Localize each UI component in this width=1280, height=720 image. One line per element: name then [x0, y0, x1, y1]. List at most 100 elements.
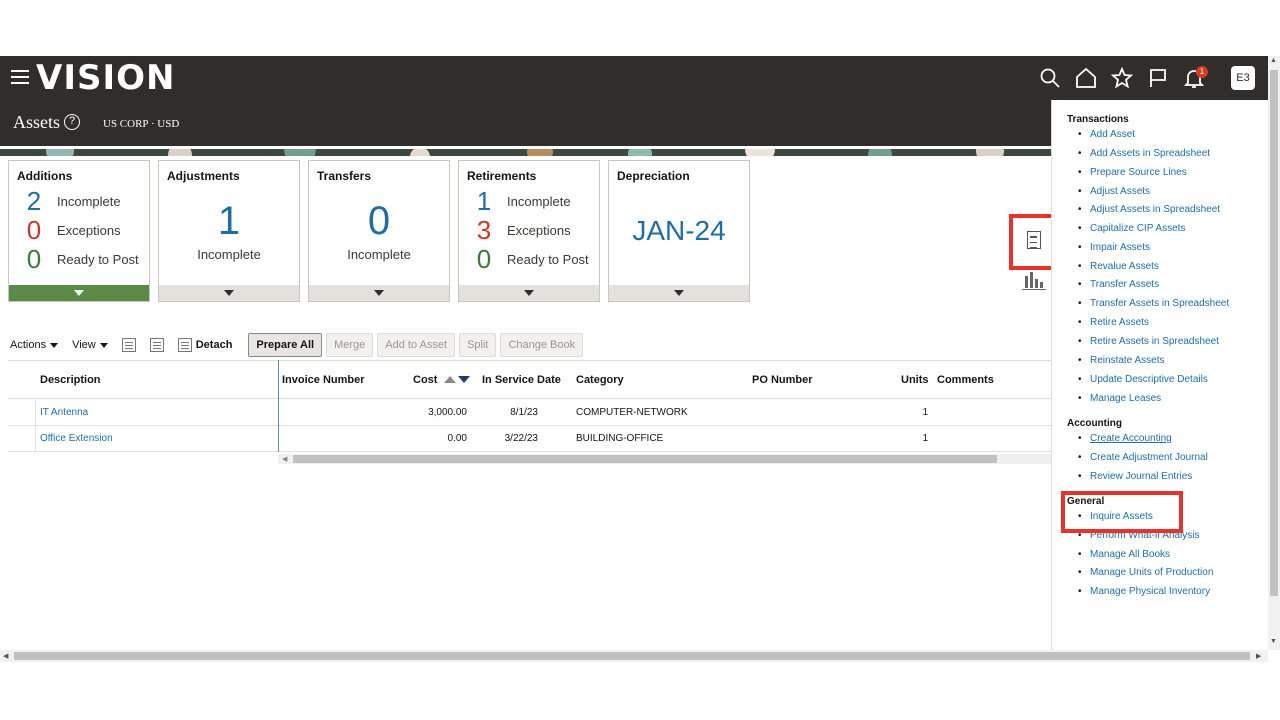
scrollbar-thumb[interactable] — [14, 652, 1250, 660]
asset-description-link[interactable]: Office Extension — [40, 433, 113, 444]
column-header-units[interactable]: Units — [901, 374, 929, 386]
merge-button[interactable]: Merge — [326, 333, 374, 357]
inquire-assets-highlight — [1061, 491, 1183, 533]
scroll-down-arrow-icon[interactable]: ▼ — [1270, 638, 1277, 645]
column-header-category[interactable]: Category — [576, 374, 624, 386]
detach-icon[interactable] — [177, 338, 192, 352]
task-adjust-assets-in-spreadsheet[interactable]: Adjust Assets in Spreadsheet — [1078, 204, 1220, 215]
freeze-columns-icon[interactable] — [121, 338, 136, 352]
table-horizontal-scrollbar[interactable]: ◀ — [278, 454, 1051, 464]
table-row[interactable]: Office Extension 0.00 3/22/23 BUILDING-O… — [8, 426, 1051, 452]
change-book-button[interactable]: Change Book — [500, 333, 584, 357]
sort-ascending-icon[interactable] — [443, 376, 456, 383]
adjustments-tile[interactable]: Adjustments 1 Incomplete — [158, 160, 300, 302]
units-cell: 1 — [922, 407, 928, 418]
sort-descending-icon[interactable] — [457, 376, 470, 383]
split-button[interactable]: Split — [459, 333, 497, 357]
additions-tile[interactable]: Additions 2 Incomplete 0 Exceptions 0 Ready… — [8, 160, 150, 302]
column-header-invoice-number[interactable]: Invoice Number — [282, 374, 365, 386]
tile-expand-toggle[interactable] — [159, 285, 299, 301]
task-create-adjustment-journal[interactable]: Create Adjustment Journal — [1078, 452, 1208, 463]
tile-label: Exceptions — [507, 222, 571, 238]
task-create-accounting[interactable]: Create Accounting — [1078, 433, 1172, 444]
retirements-tile[interactable]: Retirements 1 Incomplete 3 Exceptions 0 Rea… — [458, 160, 600, 302]
column-header-po-number[interactable]: PO Number — [752, 374, 813, 386]
task-transfer-assets[interactable]: Transfer Assets — [1078, 279, 1159, 290]
scroll-right-arrow-icon[interactable]: ▶ — [1256, 652, 1261, 660]
task-add-assets-in-spreadsheet[interactable]: Add Assets in Spreadsheet — [1078, 148, 1210, 159]
view-menu[interactable]: View — [72, 339, 108, 351]
tile-label: Incomplete — [347, 247, 411, 262]
analytics-chart-icon[interactable] — [1022, 270, 1046, 290]
column-header-description[interactable]: Description — [40, 374, 101, 386]
tile-label: Incomplete — [507, 193, 571, 209]
tile-count: 1 — [217, 199, 241, 243]
home-icon[interactable] — [1074, 66, 1098, 90]
column-header-comments[interactable]: Comments — [937, 374, 994, 386]
task-update-descriptive-details[interactable]: Update Descriptive Details — [1078, 374, 1208, 385]
task-manage-leases[interactable]: Manage Leases — [1078, 393, 1161, 404]
tile-expand-toggle[interactable] — [309, 285, 449, 301]
table-toolbar: Actions View Detach Prepare All Merge Ad… — [10, 333, 587, 357]
task-retire-assets-in-spreadsheet[interactable]: Retire Assets in Spreadsheet — [1078, 336, 1219, 347]
prepare-all-button[interactable]: Prepare All — [248, 333, 323, 357]
tile-title: Depreciation — [617, 169, 690, 183]
scroll-left-arrow-icon[interactable]: ◀ — [282, 455, 287, 463]
page-horizontal-scrollbar[interactable]: ◀ ▶ — [0, 650, 1268, 662]
task-manage-all-books[interactable]: Manage All Books — [1078, 549, 1170, 560]
transfers-tile[interactable]: Transfers 0 Incomplete — [308, 160, 450, 302]
page-vertical-scrollbar[interactable]: ▲ ▼ — [1268, 56, 1280, 650]
scrollbar-thumb[interactable] — [293, 455, 997, 463]
vision-logo[interactable]: VISION — [36, 58, 175, 98]
favorites-star-icon[interactable] — [1110, 66, 1134, 90]
tile-label: Incomplete — [57, 193, 121, 209]
view-label: View — [72, 339, 96, 351]
task-manage-units-of-production[interactable]: Manage Units of Production — [1078, 567, 1213, 578]
navigator-menu-icon[interactable] — [11, 70, 29, 86]
column-header-cost[interactable]: Cost — [413, 374, 470, 386]
tasks-icon[interactable] — [1027, 231, 1041, 249]
task-transfer-assets-in-spreadsheet[interactable]: Transfer Assets in Spreadsheet — [1078, 298, 1229, 309]
tile-count: 0 — [26, 214, 42, 245]
actions-menu[interactable]: Actions — [10, 339, 59, 351]
task-adjust-assets[interactable]: Adjust Assets — [1078, 186, 1150, 197]
query-by-example-icon[interactable] — [149, 338, 164, 352]
scrollbar-thumb[interactable] — [1270, 70, 1278, 596]
task-capitalize-cip-assets[interactable]: Capitalize CIP Assets — [1078, 223, 1185, 234]
page-header: Assets ? US CORP · USD — [0, 100, 1051, 146]
tile-expand-toggle[interactable] — [459, 285, 599, 301]
scroll-up-arrow-icon[interactable]: ▲ — [1270, 57, 1277, 64]
tile-title: Additions — [17, 169, 73, 183]
task-reinstate-assets[interactable]: Reinstate Assets — [1078, 355, 1165, 366]
row-header-divider — [35, 400, 36, 452]
detach-button[interactable]: Detach — [196, 339, 233, 351]
task-add-asset[interactable]: Add Asset — [1078, 129, 1135, 140]
notification-count-badge: 1 — [1196, 66, 1208, 78]
frozen-column-divider[interactable] — [278, 360, 279, 452]
tile-expand-toggle[interactable] — [609, 285, 749, 301]
task-revalue-assets[interactable]: Revalue Assets — [1078, 261, 1159, 272]
depreciation-period: JAN-24 — [632, 215, 726, 246]
add-to-asset-button[interactable]: Add to Asset — [377, 333, 456, 357]
app-frame: VISION 1 E3 Assets ? US CORP · USD Addit… — [0, 56, 1280, 664]
asset-description-link[interactable]: IT Antenna — [40, 407, 88, 418]
tile-label: Ready to Post — [57, 251, 139, 267]
table-row[interactable]: IT Antenna 3,000.00 8/1/23 COMPUTER-NETW… — [8, 400, 1051, 426]
scroll-left-arrow-icon[interactable]: ◀ — [3, 652, 8, 660]
help-icon[interactable]: ? — [64, 114, 80, 130]
tile-title: Retirements — [467, 169, 537, 183]
task-impair-assets[interactable]: Impair Assets — [1078, 242, 1150, 253]
watchlist-flag-icon[interactable] — [1146, 66, 1170, 90]
task-manage-physical-inventory[interactable]: Manage Physical Inventory — [1078, 586, 1210, 597]
task-prepare-source-lines[interactable]: Prepare Source Lines — [1078, 167, 1187, 178]
accounting-section-title: Accounting — [1067, 418, 1122, 429]
task-review-journal-entries[interactable]: Review Journal Entries — [1078, 471, 1192, 482]
column-header-in-service-date[interactable]: In Service Date — [482, 374, 561, 386]
tile-count: 1 — [476, 185, 492, 216]
tile-expand-toggle[interactable] — [9, 285, 149, 301]
search-icon[interactable] — [1038, 66, 1062, 90]
task-retire-assets[interactable]: Retire Assets — [1078, 317, 1149, 328]
tile-title: Adjustments — [167, 169, 240, 183]
user-avatar[interactable]: E3 — [1231, 66, 1255, 90]
depreciation-tile[interactable]: Depreciation JAN-24 — [608, 160, 750, 302]
